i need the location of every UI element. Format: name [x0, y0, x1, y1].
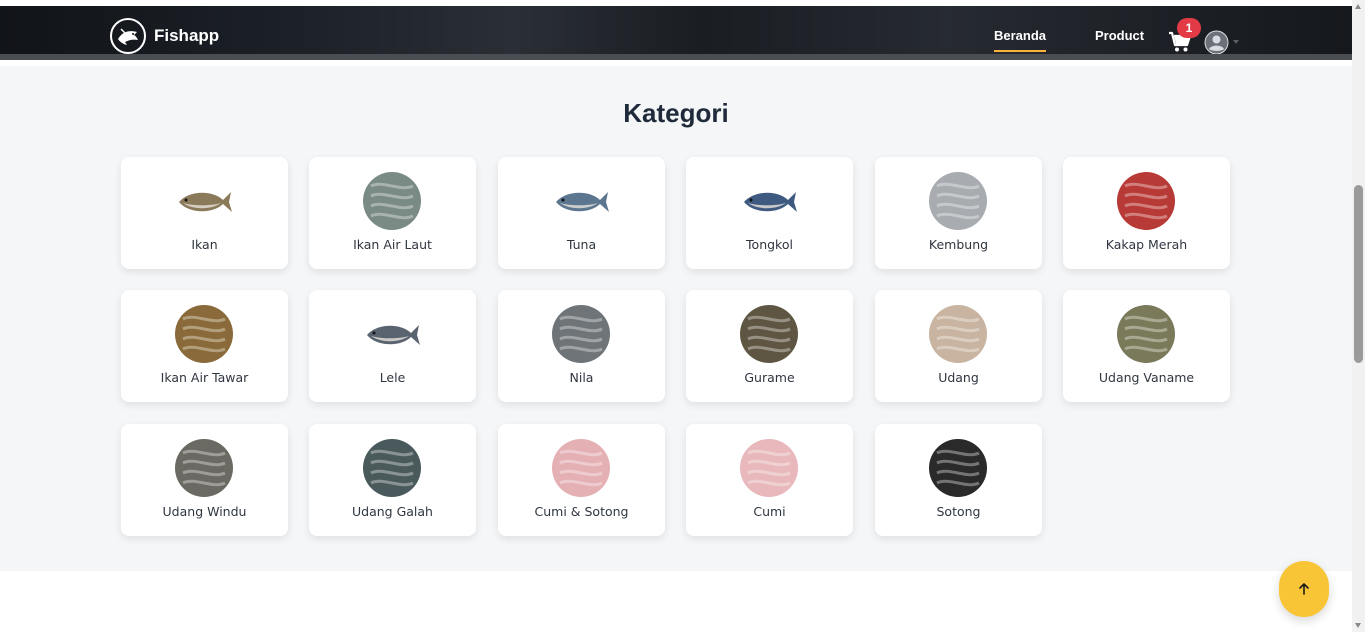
category-label: Kembung [928, 237, 989, 252]
category-image [363, 439, 421, 497]
arrow-up-icon [1299, 583, 1309, 595]
category-label: Ikan [191, 237, 218, 252]
category-label: Udang Windu [162, 504, 247, 519]
category-card[interactable]: Ikan [121, 157, 288, 269]
category-image [179, 192, 232, 212]
category-card[interactable]: Udang Windu [121, 424, 288, 536]
brand-name: Fishapp [154, 26, 220, 45]
nav-link-product[interactable]: Product [1095, 28, 1144, 43]
category-label: Udang Galah [352, 504, 433, 519]
category-image [552, 439, 610, 497]
category-card[interactable]: Kembung [875, 157, 1042, 269]
category-card[interactable]: Kakap Merah [1063, 157, 1230, 269]
category-image [929, 305, 987, 363]
category-label: Ikan Air Tawar [160, 370, 249, 385]
category-card[interactable]: Tuna [498, 157, 665, 269]
category-label: Ikan Air Laut [353, 237, 432, 252]
category-card[interactable]: Udang [875, 290, 1042, 402]
category-label: Udang Vaname [1098, 370, 1195, 385]
category-label: Gurame [744, 370, 795, 385]
category-section: Kategori Ikan Ikan Air Laut Tuna Tongkol Kem… [0, 66, 1352, 571]
category-card[interactable]: Tongkol [686, 157, 853, 269]
category-card[interactable]: Udang Vaname [1063, 290, 1230, 402]
category-label: Tongkol [746, 237, 793, 252]
back-to-top-button[interactable] [1279, 561, 1329, 617]
category-label: Cumi & Sotong [534, 504, 629, 519]
category-image [367, 325, 420, 345]
category-card[interactable]: Cumi [686, 424, 853, 536]
category-card[interactable]: Cumi & Sotong [498, 424, 665, 536]
category-image [744, 192, 797, 212]
category-card[interactable]: Ikan Air Tawar [121, 290, 288, 402]
fish-logo-icon [110, 18, 146, 54]
category-label: Udang [938, 370, 979, 385]
category-image [552, 305, 610, 363]
scrollbar-thumb[interactable] [1354, 185, 1363, 363]
category-card[interactable]: Ikan Air Laut [309, 157, 476, 269]
category-label: Cumi [753, 504, 786, 519]
page: Fishapp Beranda Product 1 Kategori Ikan … [0, 0, 1365, 632]
category-card[interactable]: Lele [309, 290, 476, 402]
nav-link-product-label: Product [1095, 28, 1145, 43]
chevron-down-icon[interactable] [1233, 40, 1239, 44]
brand-link[interactable]: Fishapp [110, 18, 219, 54]
category-image [929, 172, 987, 230]
active-underline [994, 50, 1047, 52]
section-title: Kategori [623, 98, 729, 128]
category-label: Kakap Merah [1105, 237, 1188, 252]
category-card[interactable]: Udang Galah [309, 424, 476, 536]
category-image [1117, 305, 1175, 363]
user-avatar-icon[interactable] [1204, 30, 1229, 55]
category-image [363, 172, 421, 230]
category-label: Tuna [566, 237, 597, 252]
scrollbar[interactable] [1352, 0, 1365, 632]
navbar: Fishapp Beranda Product 1 [0, 6, 1352, 60]
cart-count-badge: 1 [1177, 18, 1201, 38]
category-image [175, 439, 233, 497]
category-label: Nila [569, 370, 594, 385]
category-label: Sotong [936, 504, 981, 519]
scroll-up-icon[interactable] [1355, 4, 1361, 9]
scroll-down-icon[interactable] [1355, 623, 1361, 628]
category-image [740, 305, 798, 363]
nav-link-beranda[interactable]: Beranda [994, 28, 1047, 52]
category-card[interactable]: Gurame [686, 290, 853, 402]
category-image [1117, 172, 1175, 230]
category-label: Lele [379, 370, 406, 385]
category-card[interactable]: Nila [498, 290, 665, 402]
category-card[interactable]: Sotong [875, 424, 1042, 536]
category-image [556, 192, 609, 212]
category-image [929, 439, 987, 497]
nav-link-beranda-label: Beranda [994, 28, 1047, 43]
category-image [175, 305, 233, 363]
category-image [740, 439, 798, 497]
